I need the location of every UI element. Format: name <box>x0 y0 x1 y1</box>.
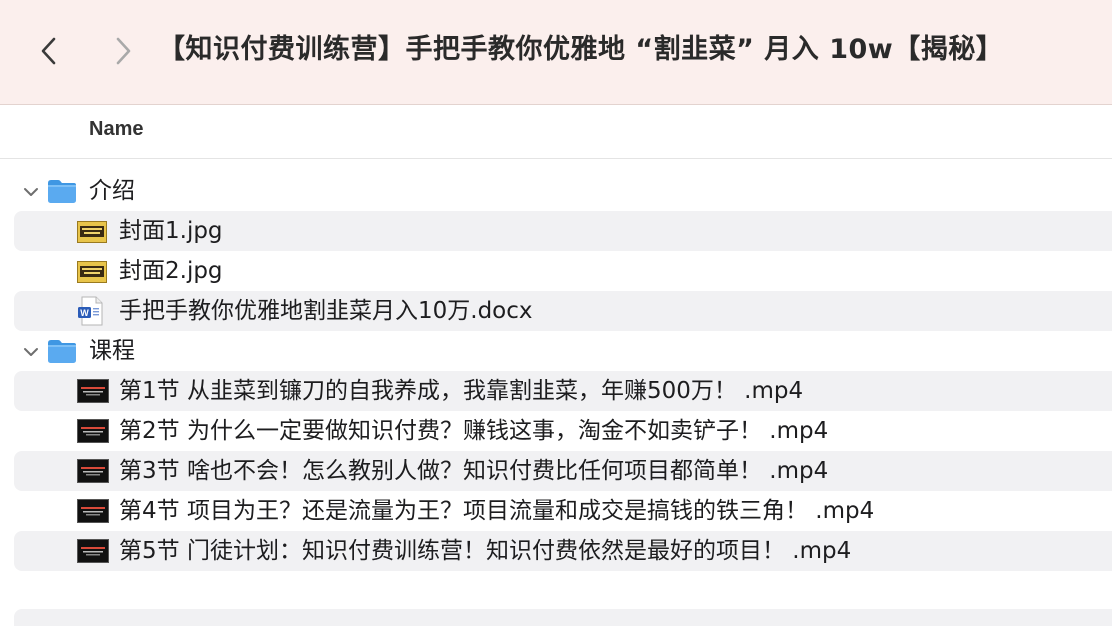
file-name-label: 介绍 <box>89 178 135 204</box>
file-row[interactable]: 第3节 啥也不会！怎么教别人做？知识付费比任何项目都简单！ .mp4 <box>14 451 1112 491</box>
toolbar: 【知识付费训练营】手把手教你优雅地 “割韭菜” 月入 10w【揭秘】 <box>0 0 1112 105</box>
chevron-right-icon <box>116 37 131 65</box>
file-row[interactable]: 第1节 从韭菜到镰刀的自我养成，我靠割韭菜，年赚500万！ .mp4 <box>14 371 1112 411</box>
file-row[interactable]: 封面1.jpg <box>14 211 1112 251</box>
window-title: 【知识付费训练营】手把手教你优雅地 “割韭菜” 月入 10w【揭秘】 <box>158 34 1004 65</box>
file-row[interactable]: 第4节 项目为王？还是流量为王？项目流量和成交是搞钱的铁三角！ .mp4 <box>14 491 1112 531</box>
file-list: 介绍封面1.jpg 封面2.jpg W 手把手教你优雅地割韭菜月入10万.docx 课程… <box>0 171 1112 571</box>
folder-icon <box>47 178 77 208</box>
finder-window: 【知识付费训练营】手把手教你优雅地 “割韭菜” 月入 10w【揭秘】 Name … <box>0 0 1112 626</box>
folder-icon <box>47 338 77 368</box>
image-thumbnail-icon <box>77 261 107 287</box>
forward-button[interactable] <box>108 33 138 69</box>
file-row[interactable]: W 手把手教你优雅地割韭菜月入10万.docx <box>14 291 1112 331</box>
back-button[interactable] <box>34 33 64 69</box>
file-name-label: 第1节 从韭菜到镰刀的自我养成，我靠割韭菜，年赚500万！ .mp4 <box>119 378 804 404</box>
column-header-bar: Name <box>0 105 1112 159</box>
file-name-label: 封面1.jpg <box>119 218 223 244</box>
file-row[interactable]: 第5节 门徒计划：知识付费训练营！知识付费依然是最好的项目！ .mp4 <box>14 531 1112 571</box>
video-thumbnail-icon <box>77 459 109 487</box>
file-name-label: 第4节 项目为王？还是流量为王？项目流量和成交是搞钱的铁三角！ .mp4 <box>119 498 875 524</box>
video-thumbnail-icon <box>77 539 109 567</box>
svg-text:W: W <box>80 308 89 318</box>
chevron-left-icon <box>41 37 56 65</box>
column-header-name[interactable]: Name <box>89 118 143 141</box>
video-thumbnail-icon <box>77 499 109 527</box>
file-name-label: 第3节 啥也不会！怎么教别人做？知识付费比任何项目都简单！ .mp4 <box>119 458 829 484</box>
image-thumbnail-icon <box>77 221 107 247</box>
file-row[interactable]: 封面2.jpg <box>14 251 1112 291</box>
file-name-label: 课程 <box>89 338 135 364</box>
file-name-label: 第2节 为什么一定要做知识付费？赚钱这事，淘金不如卖铲子！ .mp4 <box>119 418 829 444</box>
video-thumbnail-icon <box>77 379 109 407</box>
file-name-label: 封面2.jpg <box>119 258 223 284</box>
file-name-label: 手把手教你优雅地割韭菜月入10万.docx <box>119 298 533 324</box>
video-thumbnail-icon <box>77 419 109 447</box>
word-document-icon: W <box>77 296 105 330</box>
file-row[interactable]: 第2节 为什么一定要做知识付费？赚钱这事，淘金不如卖铲子！ .mp4 <box>14 411 1112 451</box>
file-name-label: 第5节 门徒计划：知识付费训练营！知识付费依然是最好的项目！ .mp4 <box>119 538 852 564</box>
folder-row[interactable]: 介绍 <box>14 171 1112 211</box>
disclosure-chevron-down-icon[interactable] <box>23 344 39 358</box>
disclosure-chevron-down-icon[interactable] <box>23 184 39 198</box>
empty-row-stripe <box>14 609 1112 626</box>
folder-row[interactable]: 课程 <box>14 331 1112 371</box>
